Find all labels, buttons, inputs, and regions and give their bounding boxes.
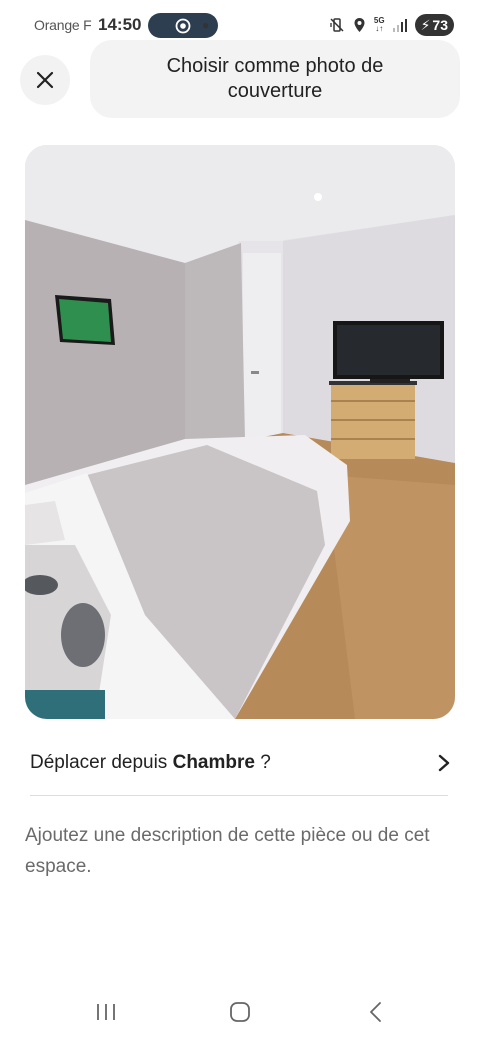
room-name: Chambre	[172, 752, 255, 773]
status-icons: 5G ↓↑ ⚡ 73	[329, 14, 454, 36]
cover-photo-option[interactable]: Choisir comme photo de couverture	[90, 40, 460, 118]
divider	[30, 795, 448, 796]
room-description-input[interactable]	[25, 820, 455, 882]
recent-apps-button[interactable]	[86, 997, 126, 1027]
signal-icon	[392, 19, 407, 32]
charging-icon: ⚡	[420, 16, 431, 33]
move-from-room-label: Déplacer depuis Chambre ?	[30, 752, 271, 773]
close-button[interactable]	[20, 55, 70, 105]
move-from-room-row[interactable]: Déplacer depuis Chambre ?	[30, 740, 450, 786]
location-icon	[354, 18, 365, 32]
back-button[interactable]	[355, 997, 395, 1027]
network-type: 5G ↓↑	[373, 16, 385, 33]
cover-photo-title: Choisir comme photo de couverture	[166, 55, 384, 102]
back-icon	[370, 1002, 381, 1022]
bedroom-photo	[25, 145, 455, 719]
carrier-name: Orange F	[34, 17, 92, 33]
notification-dot: ●	[202, 18, 210, 32]
home-icon	[230, 1002, 250, 1022]
battery-indicator: ⚡ 73	[414, 14, 454, 36]
recent-apps-icon	[97, 1004, 115, 1020]
bedroom-image	[25, 145, 455, 719]
record-icon	[175, 18, 191, 33]
status-time: 14:50	[98, 15, 142, 34]
system-nav-bar	[0, 985, 480, 1040]
home-button[interactable]	[220, 997, 260, 1027]
close-icon	[36, 71, 54, 89]
vibrate-mute-icon	[330, 18, 344, 32]
chevron-right-icon	[438, 754, 450, 772]
